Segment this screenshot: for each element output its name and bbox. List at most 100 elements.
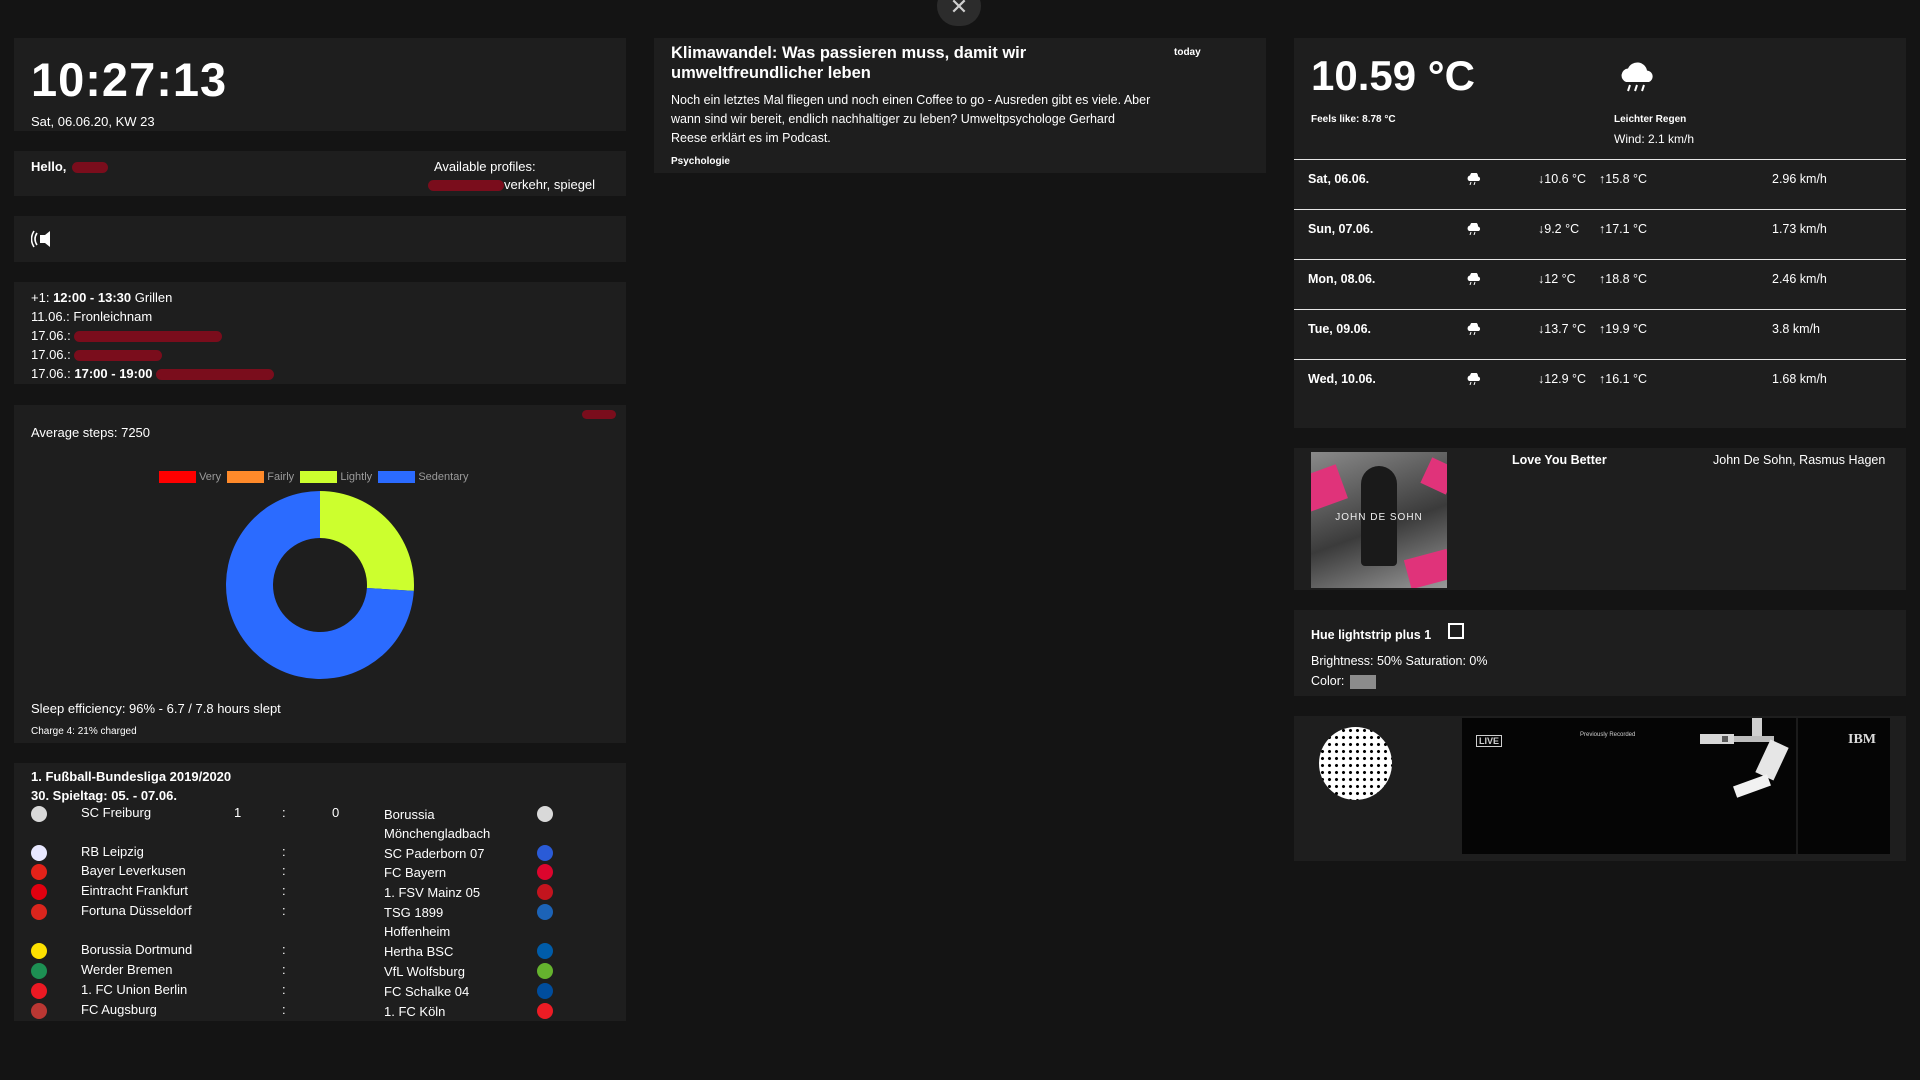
away-crest-icon	[537, 904, 553, 920]
clock-panel: 10:27:13 Sat, 06.06.20, KW 23	[14, 38, 626, 131]
current-temperature: 10.59 °C	[1311, 52, 1475, 99]
forecast-high: ↑18.8 °C	[1599, 272, 1648, 286]
away-score: 0	[332, 805, 340, 820]
home-team: Werder Bremen	[81, 962, 173, 977]
away-crest-icon	[537, 864, 553, 880]
news-panel: Klimawandel: Was passieren muss, damit w…	[654, 38, 1266, 173]
forecast-wind: 2.96 km/h	[1772, 172, 1827, 186]
fitbit-panel: Average steps: 7250 Very Fairly Lightly …	[14, 405, 626, 743]
activity-donut-chart	[226, 491, 414, 679]
forecast-rain-icon	[1466, 221, 1482, 238]
space-station-image	[1700, 718, 1789, 798]
score-separator: :	[282, 942, 286, 957]
profile-panel: Hello, Available profiles: verkehr, spie…	[14, 151, 626, 196]
ibm-logo: IBM	[1848, 732, 1876, 747]
forecast-low: ↓12 °C	[1538, 272, 1576, 286]
music-panel: JOHN DE SOHN Love You Better John De Soh…	[1294, 448, 1906, 590]
clock-time: 10:27:13	[31, 53, 228, 106]
hue-toggle-checkbox[interactable]	[1448, 623, 1464, 639]
moon-phase-icon	[1319, 727, 1392, 800]
sleep-efficiency: Sleep efficiency: 96% - 6.7 / 7.8 hours …	[31, 701, 281, 716]
calendar-event: +1: 12:00 - 13:30 Grillen	[31, 290, 173, 305]
away-team: SC Paderborn 07	[384, 846, 485, 861]
legend-item-sedentary[interactable]: Sedentary	[378, 471, 468, 484]
news-body: Noch ein letztes Mal fliegen und noch ei…	[671, 93, 1151, 145]
calendar-panel: +1: 12:00 - 13:30 Grillen 11.06.: Fronle…	[14, 282, 626, 384]
away-crest-icon	[537, 845, 553, 861]
legend-item-lightly[interactable]: Lightly	[300, 471, 372, 484]
forecast-rain-icon	[1466, 371, 1482, 388]
stream-status: Previously Recorded	[1580, 732, 1636, 738]
weather-panel: 10.59 °C Feels like: 8.78 °C Leichter Re…	[1294, 38, 1906, 428]
home-team: Eintracht Frankfurt	[81, 883, 188, 898]
speaker-icon[interactable]	[31, 230, 57, 248]
liga-title: 1. Fußball-Bundesliga 2019/2020	[31, 769, 232, 784]
away-team: Borussia Mönchengladbach	[384, 807, 491, 841]
home-score: 1	[234, 805, 242, 820]
score-separator: :	[282, 805, 286, 820]
donut-slice-lightly[interactable]	[320, 491, 414, 591]
forecast-high: ↑16.1 °C	[1599, 372, 1648, 386]
track-artist: John De Sohn, Rasmus Hagen	[1713, 453, 1886, 467]
away-crest-icon	[537, 884, 553, 900]
bundesliga-panel: 1. Fußball-Bundesliga 2019/2020 30. Spie…	[14, 763, 626, 1021]
away-crest-icon	[537, 983, 553, 999]
rain-cloud-icon	[1621, 62, 1653, 92]
away-team: FC Bayern	[384, 865, 447, 880]
hue-color-label: Color:	[1311, 674, 1345, 688]
away-crest-icon	[537, 806, 553, 822]
tracker-charge: Charge 4: 21% charged	[31, 726, 137, 737]
news-source: Psychologie	[671, 156, 730, 167]
home-crest-icon	[31, 884, 47, 900]
home-team: 1. FC Union Berlin	[81, 982, 188, 997]
home-team: SC Freiburg	[81, 805, 152, 820]
home-team: Bayer Leverkusen	[81, 863, 186, 878]
calendar-event: 11.06.: Fronleichnam	[31, 309, 153, 324]
weather-description: Leichter Regen	[1614, 114, 1687, 125]
profiles-label: Available profiles:	[434, 159, 536, 174]
calendar-event: 17.06.:	[31, 326, 626, 345]
redacted-profile	[428, 180, 504, 192]
track-title: Love You Better	[1512, 453, 1607, 467]
away-crest-icon	[537, 943, 553, 959]
forecast-day: Sat, 06.06.	[1308, 172, 1370, 186]
forecast-wind: 1.73 km/h	[1772, 222, 1827, 236]
home-crest-icon	[31, 963, 47, 979]
forecast-rain-icon	[1466, 271, 1482, 288]
iss-livestream[interactable]: LIVE Previously Recorded IBM	[1462, 718, 1890, 854]
hue-color-swatch	[1349, 674, 1376, 689]
home-team: RB Leipzig	[81, 844, 144, 859]
profiles-value: verkehr, spiegel	[504, 177, 596, 192]
forecast-day: Sun, 07.06.	[1308, 222, 1374, 236]
profiles-list: verkehr, spiegel	[428, 177, 595, 192]
legend-item-very[interactable]: Very	[159, 471, 221, 484]
legend-item-fairly[interactable]: Fairly	[227, 471, 294, 484]
forecast-low: ↓13.7 °C	[1538, 322, 1587, 336]
forecast-row: Mon, 08.06. ↓12 °C ↑18.8 °C 2.46 km/h	[1294, 259, 1906, 310]
liga-matchday: 30. Spieltag: 05. - 07.06.	[31, 788, 177, 803]
score-separator: :	[282, 982, 286, 997]
iss-panel: LIVE Previously Recorded IBM	[1294, 716, 1906, 861]
greeting-text: Hello,	[31, 159, 67, 174]
away-team: 1. FC Köln	[384, 1004, 446, 1019]
forecast-day: Tue, 09.06.	[1308, 322, 1371, 336]
score-separator: :	[282, 962, 286, 977]
score-separator: :	[282, 1002, 286, 1017]
away-team: VfL Wolfsburg	[384, 964, 465, 979]
calendar-event: 17.06.:	[31, 345, 626, 364]
forecast-wind: 1.68 km/h	[1772, 372, 1827, 386]
news-headline[interactable]: Klimawandel: Was passieren muss, damit w…	[671, 43, 1091, 83]
forecast-low: ↓12.9 °C	[1538, 372, 1587, 386]
redacted-event	[156, 369, 275, 381]
home-crest-icon	[31, 864, 47, 880]
clock-date: Sat, 06.06.20, KW 23	[31, 114, 155, 129]
close-button[interactable]: ✕	[937, 0, 981, 26]
hue-panel: Hue lightstrip plus 1 Brightness: 50% Sa…	[1294, 610, 1906, 696]
forecast-day: Wed, 10.06.	[1308, 372, 1376, 386]
feels-like: Feels like: 8.78 °C	[1311, 114, 1396, 125]
forecast-high: ↑17.1 °C	[1599, 222, 1648, 236]
greeting: Hello,	[31, 159, 109, 174]
forecast-row: Sun, 07.06. ↓9.2 °C ↑17.1 °C 1.73 km/h	[1294, 209, 1906, 260]
score-separator: :	[282, 863, 286, 878]
current-wind: Wind: 2.1 km/h	[1614, 132, 1695, 146]
